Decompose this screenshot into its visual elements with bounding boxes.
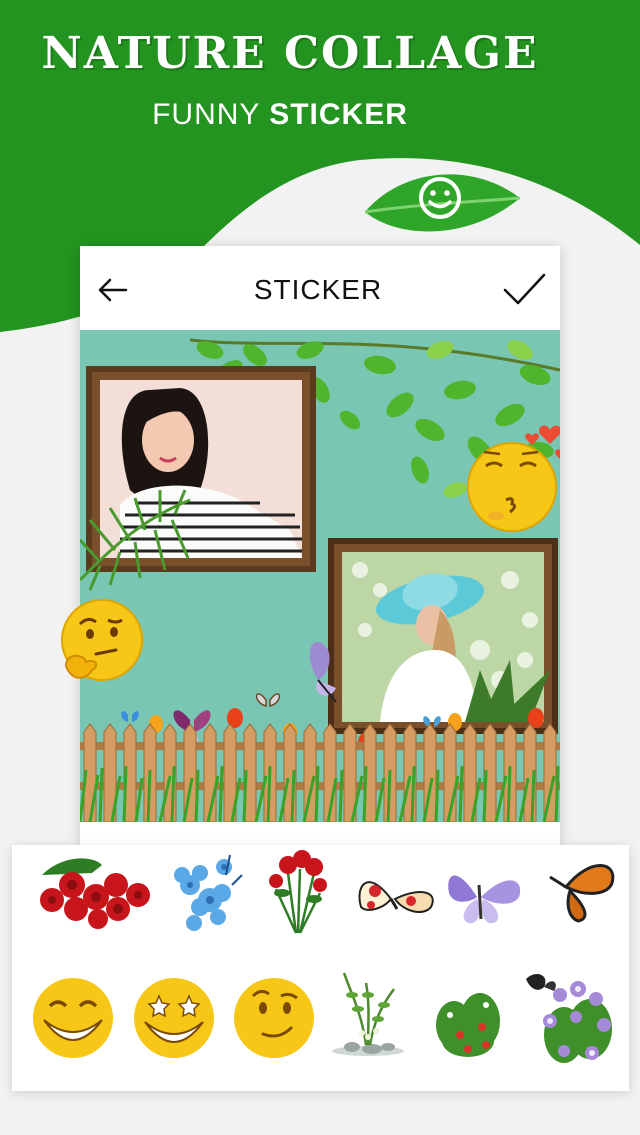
fern-plant-icon [332,972,404,1056]
rose-bouquet-sticker[interactable] [252,843,347,938]
butterfly-sticker[interactable] [255,693,281,707]
smile-emoji-sticker[interactable] [26,970,121,1065]
star-eyes-emoji-sticker[interactable] [127,970,222,1065]
blue-flowers-sticker[interactable] [160,845,255,940]
kiss-emoji-sticker[interactable] [467,442,557,532]
blue-flowers-icon [174,854,243,931]
red-butterfly-icon [358,881,434,914]
red-butterfly-sticker[interactable] [347,847,442,942]
editor-toolbar: STICKER [80,246,560,330]
editor-card: STICKER [80,246,560,846]
red-flower-bush-icon [436,993,500,1057]
purple-butterfly-sticker[interactable] [437,845,532,940]
butterfly-sticker[interactable] [121,711,139,722]
collage-canvas[interactable] [80,330,560,822]
raised-eyebrow-emoji-sticker[interactable] [227,970,322,1065]
sticker-tray [12,845,629,1091]
star-eyes-emoji-icon [134,978,214,1058]
collage-scene [80,338,560,822]
checkmark-icon [503,273,546,305]
red-flower-bush-sticker[interactable] [424,975,519,1070]
fern-plant-sticker[interactable] [322,965,417,1060]
promo-subtitle: FUNNY STICKER [152,98,408,131]
raised-eyebrow-emoji-icon [234,978,314,1058]
roses-sticker[interactable] [32,845,157,940]
rose-bouquet-icon [269,850,327,934]
confirm-button[interactable] [502,272,546,308]
purple-butterfly-icon [448,875,521,924]
thinking-emoji-sticker[interactable] [56,596,148,688]
purple-flowers-butterfly-icon [526,973,612,1063]
wooden-fence-sticker[interactable] [80,723,560,822]
promo-title: NATURE COLLAGE [41,28,539,79]
purple-flowers-butterfly-sticker[interactable] [520,965,625,1070]
smile-emoji-icon [33,978,113,1058]
monarch-butterfly-icon [549,864,615,923]
monarch-butterfly-sticker[interactable] [530,847,625,942]
leaf-smiley-logo [364,174,521,232]
photo-frame-hat-woman-sticker[interactable] [328,538,558,734]
toolbar-title: STICKER [253,274,383,305]
roses-icon [40,858,150,929]
